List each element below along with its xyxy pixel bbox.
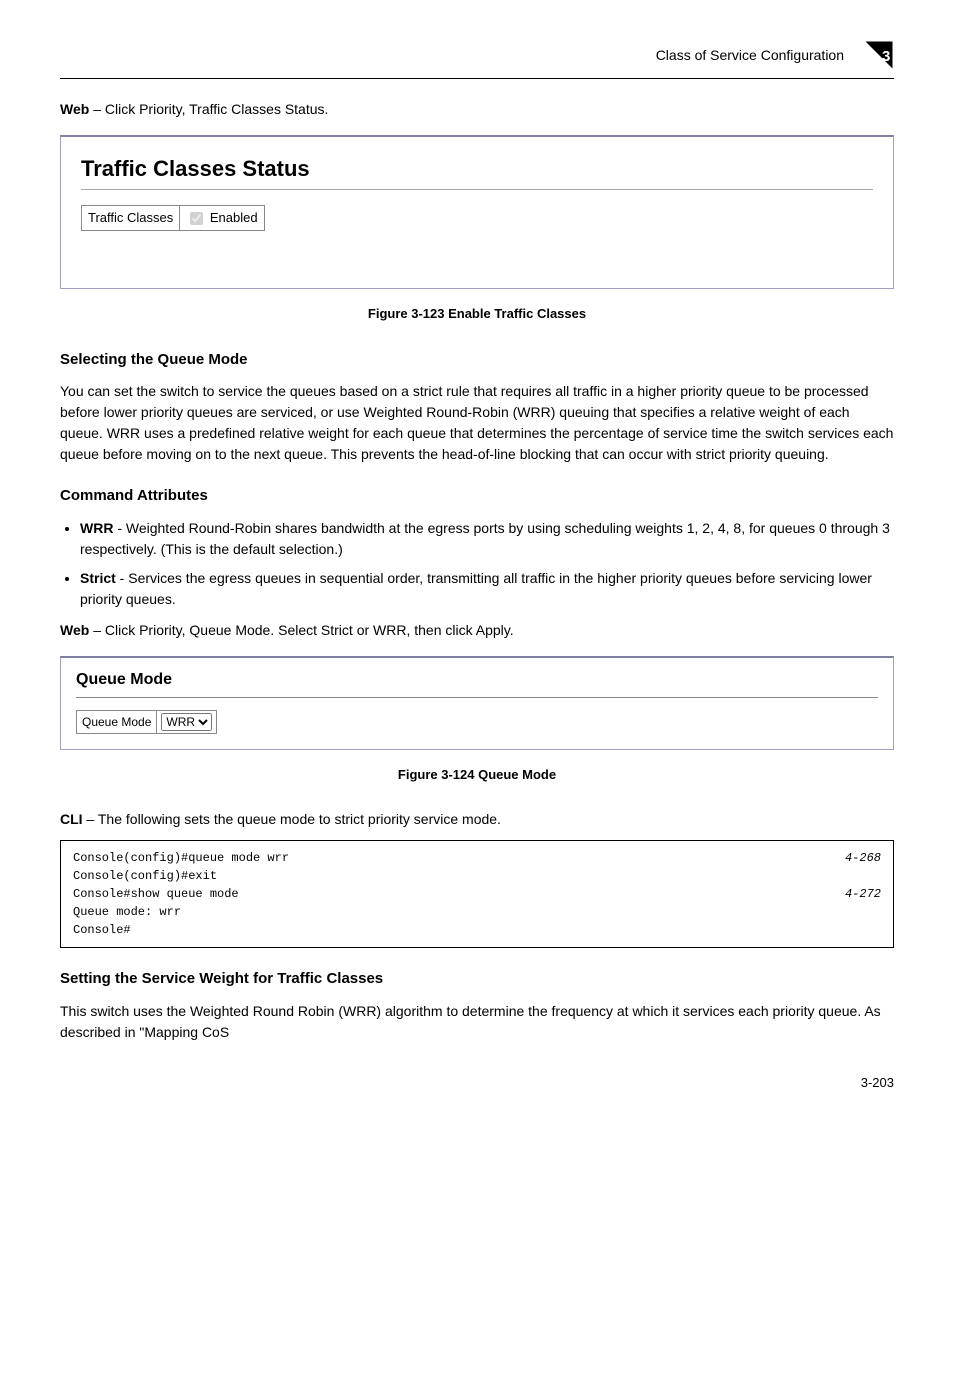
- cmdattr-heading: Command Attributes: [60, 485, 894, 508]
- section1-heading: Selecting the Queue Mode: [60, 349, 894, 372]
- cmdattr-list: WRR - Weighted Round-Robin shares bandwi…: [60, 518, 894, 610]
- page-number: 3-203: [60, 1073, 894, 1093]
- code-cmd-2: Console#show queue mode: [73, 885, 239, 903]
- code-cmd-0: Console(config)#queue mode wrr: [73, 849, 289, 867]
- code-line-0: Console(config)#queue mode wrr 4-268: [73, 849, 881, 867]
- figure-caption-1: Figure 3-123 Enable Traffic Classes: [60, 304, 894, 324]
- intro1-text: – Click Priority, Traffic Classes Status…: [89, 101, 328, 117]
- section2-heading: Setting the Service Weight for Traffic C…: [60, 968, 894, 991]
- code-cmd-4: Console#: [73, 921, 131, 939]
- cmdattr-item-0-bold: WRR: [80, 520, 113, 536]
- cli-intro: CLI – The following sets the queue mode …: [60, 809, 894, 830]
- cmdattr-item-0: WRR - Weighted Round-Robin shares bandwi…: [80, 518, 894, 560]
- bold-web-1: Web: [60, 101, 89, 117]
- queue-mode-panel: Queue Mode Queue Mode WRR: [60, 656, 894, 750]
- cmdattr-item-0-text: - Weighted Round-Robin shares bandwidth …: [80, 520, 890, 557]
- panel2-divider: [76, 697, 878, 698]
- queue-mode-label: Queue Mode: [77, 711, 157, 733]
- panel2-title: Queue Mode: [76, 668, 878, 692]
- bold-cli: CLI: [60, 811, 83, 827]
- code-cmd-1: Console(config)#exit: [73, 867, 217, 885]
- panel1-divider: [81, 189, 873, 190]
- queue-mode-row: Queue Mode WRR: [76, 710, 217, 734]
- code-line-3: Queue mode: wrr: [73, 903, 881, 921]
- code-cmd-3: Queue mode: wrr: [73, 903, 181, 921]
- code-line-2: Console#show queue mode 4-272: [73, 885, 881, 903]
- bold-web-2: Web: [60, 622, 89, 638]
- code-ref-0: 4-268: [845, 849, 881, 867]
- traffic-classes-panel: Traffic Classes Status Traffic Classes E…: [60, 135, 894, 289]
- web-intro-2: Web – Click Priority, Queue Mode. Select…: [60, 620, 894, 641]
- svg-text:3: 3: [882, 48, 890, 65]
- code-line-1: Console(config)#exit: [73, 867, 881, 885]
- code-ref-2: 4-272: [845, 885, 881, 903]
- traffic-classes-checkbox-cell: Enabled: [180, 206, 264, 231]
- code-block: Console(config)#queue mode wrr 4-268 Con…: [60, 840, 894, 948]
- enabled-checkbox[interactable]: [190, 212, 203, 225]
- intro3-text: – The following sets the queue mode to s…: [83, 811, 501, 827]
- section1-para: You can set the switch to service the qu…: [60, 381, 894, 465]
- panel1-title: Traffic Classes Status: [81, 152, 873, 185]
- header-text: Class of Service Configuration: [656, 45, 844, 66]
- cmdattr-item-1: Strict - Services the egress queues in s…: [80, 568, 894, 610]
- queue-mode-select[interactable]: WRR: [161, 713, 212, 731]
- chapter-icon: 3: [864, 40, 894, 70]
- traffic-classes-table: Traffic Classes Enabled: [81, 205, 265, 231]
- intro2-text: – Click Priority, Queue Mode. Select Str…: [89, 622, 513, 638]
- figure-caption-2: Figure 3-124 Queue Mode: [60, 765, 894, 785]
- cmdattr-item-1-text: - Services the egress queues in sequenti…: [80, 570, 872, 607]
- section2-para: This switch uses the Weighted Round Robi…: [60, 1001, 894, 1043]
- traffic-classes-label: Traffic Classes: [82, 206, 180, 231]
- page-header: Class of Service Configuration 3: [60, 40, 894, 79]
- cmdattr-item-1-bold: Strict: [80, 570, 116, 586]
- web-intro-1: Web – Click Priority, Traffic Classes St…: [60, 99, 894, 120]
- enabled-label: Enabled: [210, 210, 258, 225]
- code-line-4: Console#: [73, 921, 881, 939]
